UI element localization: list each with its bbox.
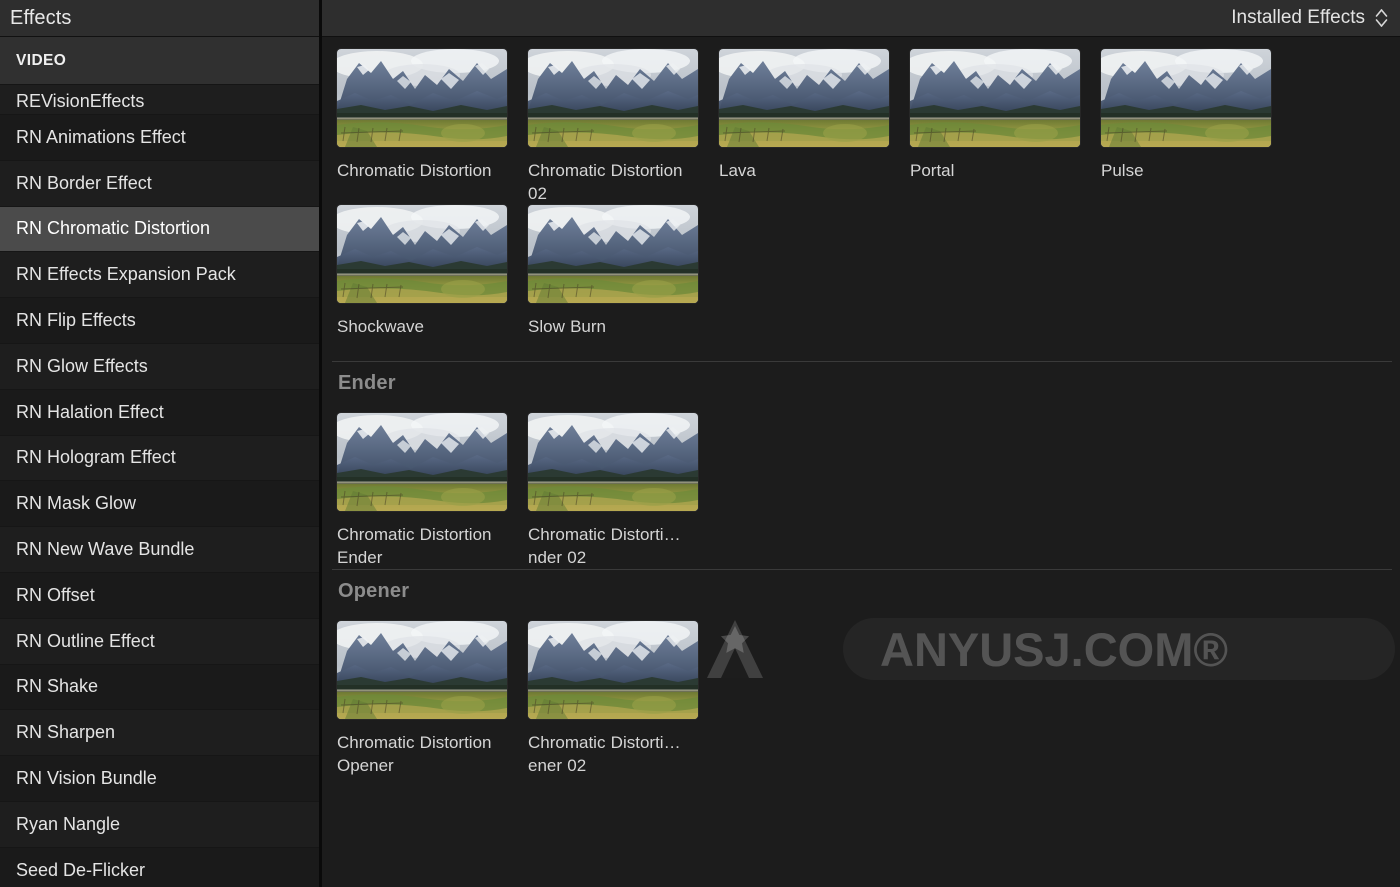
sidebar-item-rn-border-effect[interactable]: RN Border Effect: [0, 161, 322, 207]
effects-sidebar: Effects VIDEO REVisionEffects RN Animatio…: [0, 0, 322, 887]
effect-thumbnail[interactable]: [1101, 49, 1271, 147]
sidebar-category-list[interactable]: REVisionEffects RN Animations Effect RN Bo…: [0, 85, 322, 887]
effect-tile[interactable]: Chromatic Distortion 02: [528, 49, 719, 205]
effect-thumbnail[interactable]: [337, 621, 507, 719]
effect-tile[interactable]: Chromatic Distortion Ender: [337, 413, 528, 569]
sidebar-item-label: RN Shake: [16, 676, 98, 697]
effect-tile[interactable]: Chromatic Distortion Opener: [337, 621, 528, 777]
sidebar-item-rn-effects-expansion-pack[interactable]: RN Effects Expansion Pack: [0, 252, 322, 298]
sidebar-item-rn-shake[interactable]: RN Shake: [0, 665, 322, 711]
sidebar-item-label: RN Animations Effect: [16, 127, 186, 148]
sidebar-item-label: RN Hologram Effect: [16, 447, 176, 468]
sidebar-item-rn-mask-glow[interactable]: RN Mask Glow: [0, 481, 322, 527]
sidebar-item-rn-chromatic-distortion[interactable]: RN Chromatic Distortion: [0, 207, 322, 253]
sidebar-item-rn-halation-effect[interactable]: RN Halation Effect: [0, 390, 322, 436]
effect-name: Chromatic Distortion: [337, 159, 513, 205]
sidebar-item-label: RN New Wave Bundle: [16, 539, 194, 560]
effect-tile[interactable]: Pulse: [1101, 49, 1292, 205]
effects-main-panel: Installed Effects Chromatic DistortionCh…: [322, 0, 1400, 887]
sidebar-item-label: RN Mask Glow: [16, 493, 136, 514]
sidebar-item-revisioneffects[interactable]: REVisionEffects: [0, 85, 322, 115]
sidebar-item-label: RN Glow Effects: [16, 356, 148, 377]
sidebar-item-rn-glow-effects[interactable]: RN Glow Effects: [0, 344, 322, 390]
effects-grid-scroll-area[interactable]: Chromatic Distortion Chromatic Distortion…: [322, 37, 1400, 886]
sidebar-item-label: RN Offset: [16, 585, 95, 606]
sidebar-item-label: RN Effects Expansion Pack: [16, 264, 236, 285]
effect-tile[interactable]: Lava: [719, 49, 910, 205]
sidebar-item-rn-offset[interactable]: RN Offset: [0, 573, 322, 619]
sidebar-item-label: RN Halation Effect: [16, 402, 164, 423]
sidebar-group-video[interactable]: VIDEO: [0, 37, 322, 85]
sidebar-item-label: REVisionEffects: [16, 91, 144, 112]
chevron-up-down-icon: [1374, 8, 1388, 28]
effects-grid: Chromatic Distortion Chromatic Distortion…: [322, 37, 1400, 361]
effect-name: Portal: [910, 159, 1086, 205]
effects-browser-window: Effects VIDEO REVisionEffects RN Animatio…: [0, 0, 1400, 887]
effect-tile[interactable]: Slow Burn: [528, 205, 719, 361]
effect-thumbnail[interactable]: [337, 413, 507, 511]
sidebar-item-rn-vision-bundle[interactable]: RN Vision Bundle: [0, 756, 322, 802]
effect-thumbnail[interactable]: [528, 49, 698, 147]
effect-thumbnail[interactable]: [528, 413, 698, 511]
section-title: Opener: [322, 570, 1400, 609]
effect-tile[interactable]: Portal: [910, 49, 1101, 205]
effects-grid: Chromatic Distortion Opener Chromatic Dis…: [322, 609, 1400, 777]
section-title: Ender: [322, 362, 1400, 401]
sidebar-item-seed-de-flicker[interactable]: Seed De-Flicker: [0, 848, 322, 887]
sidebar-group-label: VIDEO: [16, 52, 66, 70]
effect-tile[interactable]: Chromatic Distorti…ener 02: [528, 621, 719, 777]
sidebar-item-rn-flip-effects[interactable]: RN Flip Effects: [0, 298, 322, 344]
sidebar-item-label: RN Outline Effect: [16, 631, 155, 652]
sidebar-header: Effects: [0, 0, 322, 37]
sidebar-item-label: Ryan Nangle: [16, 814, 120, 835]
installed-effects-popup-button[interactable]: Installed Effects: [1231, 7, 1388, 29]
effect-tile[interactable]: Chromatic Distorti…nder 02: [528, 413, 719, 569]
sidebar-item-ryan-nangle[interactable]: Ryan Nangle: [0, 802, 322, 848]
sidebar-item-label: RN Vision Bundle: [16, 768, 157, 789]
effects-section-default: Chromatic Distortion Chromatic Distortion…: [322, 37, 1400, 361]
sidebar-item-label: RN Chromatic Distortion: [16, 218, 210, 239]
effect-name: Lava: [719, 159, 895, 205]
effect-thumbnail[interactable]: [337, 49, 507, 147]
effect-name: Chromatic Distortion Ender: [337, 523, 513, 569]
effect-thumbnail[interactable]: [719, 49, 889, 147]
sidebar-item-label: RN Sharpen: [16, 722, 115, 743]
sidebar-item-label: Seed De-Flicker: [16, 860, 145, 881]
effect-thumbnail[interactable]: [910, 49, 1080, 147]
effect-name: Chromatic Distorti…ener 02: [528, 731, 704, 777]
sidebar-item-rn-outline-effect[interactable]: RN Outline Effect: [0, 619, 322, 665]
sidebar-item-rn-hologram-effect[interactable]: RN Hologram Effect: [0, 436, 322, 482]
effect-tile[interactable]: Chromatic Distortion: [337, 49, 528, 205]
sidebar-item-rn-animations-effect[interactable]: RN Animations Effect: [0, 115, 322, 161]
sidebar-item-rn-new-wave-bundle[interactable]: RN New Wave Bundle: [0, 527, 322, 573]
installed-effects-label: Installed Effects: [1231, 7, 1365, 29]
effect-tile[interactable]: Shockwave: [337, 205, 528, 361]
main-header-bar: Installed Effects: [322, 0, 1400, 37]
sidebar-item-label: RN Flip Effects: [16, 310, 136, 331]
effect-thumbnail[interactable]: [528, 621, 698, 719]
effects-section-ender: EnderChromatic Distortion EnderChromatic…: [322, 361, 1400, 569]
effects-grid: Chromatic Distortion Ender Chromatic Dist…: [322, 401, 1400, 569]
effect-name: Chromatic Distorti…nder 02: [528, 523, 704, 569]
effect-name: Slow Burn: [528, 315, 704, 361]
sidebar-item-label: RN Border Effect: [16, 173, 152, 194]
effect-name: Chromatic Distortion Opener: [337, 731, 513, 777]
effect-name: Pulse: [1101, 159, 1277, 205]
effect-name: Chromatic Distortion 02: [528, 159, 704, 205]
panel-title: Effects: [10, 7, 71, 30]
effect-thumbnail[interactable]: [337, 205, 507, 303]
effect-name: Shockwave: [337, 315, 513, 361]
sidebar-item-rn-sharpen[interactable]: RN Sharpen: [0, 710, 322, 756]
effects-section-opener: OpenerChromatic Distortion OpenerChromat…: [322, 569, 1400, 777]
effect-thumbnail[interactable]: [528, 205, 698, 303]
